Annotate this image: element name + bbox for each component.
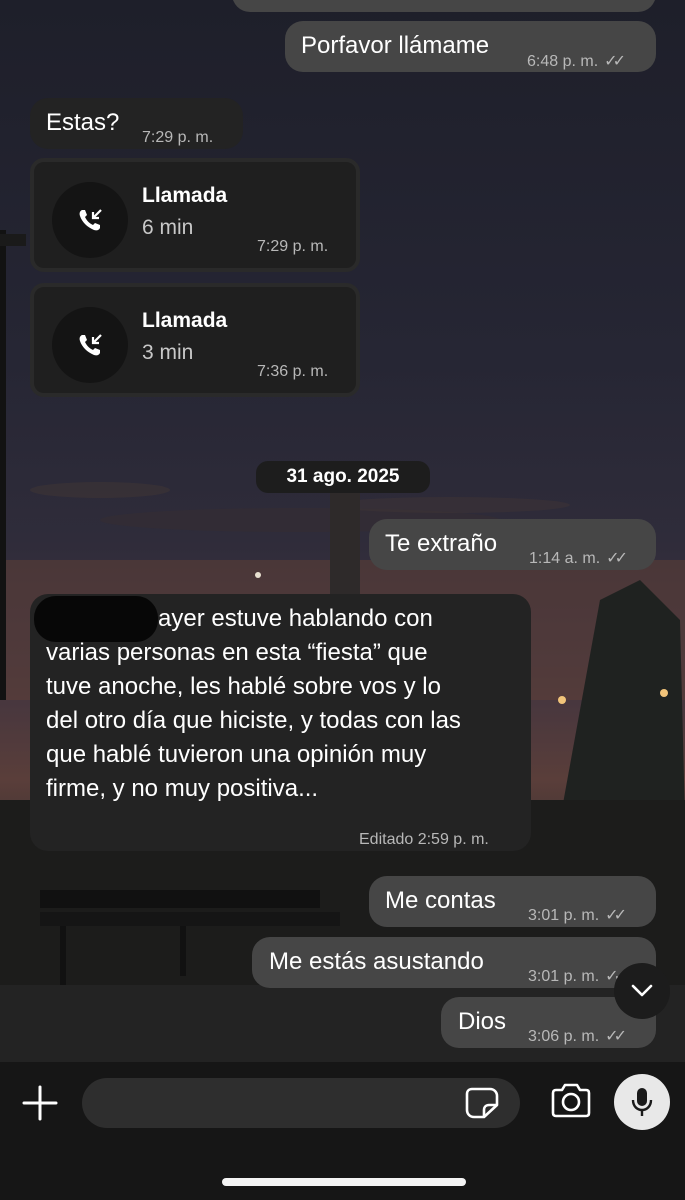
message-bubble-outgoing[interactable]: Te extraño 1:14 a. m. ✓✓ [369, 519, 656, 570]
message-timestamp: 3:06 p. m. [528, 1028, 600, 1045]
message-line: firme, y no muy positiva... [46, 775, 319, 802]
message-bubble-incoming[interactable]: Estas? 7:29 p. m. [30, 98, 243, 149]
message-time: 3:01 p. m. ✓✓ [528, 899, 627, 933]
message-text: Dios [458, 1008, 507, 1035]
message-timestamp: 6:48 p. m. [527, 53, 599, 70]
message-bubble-outgoing[interactable]: Me estás asustando 3:01 p. m. ✓✓ [252, 937, 656, 988]
message-time: 3:01 p. m. ✓✓ [528, 960, 627, 994]
read-receipt-icon: ✓✓ [604, 53, 626, 70]
message-time: 6:48 p. m. ✓✓ [527, 45, 626, 79]
message-text: Estas? [46, 109, 120, 136]
redacted-name [34, 596, 158, 642]
incoming-call-icon [52, 307, 128, 383]
message-timestamp: 3:01 p. m. [528, 907, 600, 924]
call-timestamp: 7:36 p. m. [257, 363, 329, 380]
message-time: 1:14 a. m. ✓✓ [529, 542, 628, 576]
call-duration: 6 min [142, 216, 194, 239]
voice-message-button[interactable] [614, 1074, 670, 1130]
date-separator: 31 ago. 2025 [256, 461, 430, 493]
call-title: Llamada [142, 184, 228, 207]
add-attachment-button[interactable] [20, 1083, 60, 1123]
sticker-icon [465, 1087, 499, 1119]
camera-icon [551, 1083, 591, 1118]
message-text: Porfavor llámame [301, 32, 490, 59]
message-text: Te extraño [385, 530, 498, 557]
read-receipt-icon: ✓✓ [606, 550, 628, 567]
camera-button[interactable] [549, 1083, 593, 1119]
message-timestamp: 1:14 a. m. [529, 550, 601, 567]
message-text: Me contas [385, 887, 496, 914]
call-duration: 3 min [142, 341, 194, 364]
call-log-bubble[interactable]: Llamada 3 min 7:36 p. m. [30, 283, 360, 397]
message-bubble-outgoing[interactable]: Me contas 3:01 p. m. ✓✓ [369, 876, 656, 927]
message-line: del otro día que hiciste, y todas con la… [46, 707, 461, 734]
scroll-to-bottom-button[interactable] [614, 963, 670, 1019]
partial-message-bubble [232, 0, 656, 12]
read-receipt-icon: ✓✓ [605, 1028, 627, 1045]
message-input[interactable] [82, 1078, 520, 1128]
sticker-button[interactable] [464, 1086, 500, 1120]
message-bubble-outgoing[interactable]: Porfavor llámame 6:48 p. m. ✓✓ [285, 21, 656, 72]
call-log-bubble[interactable]: Llamada 6 min 7:29 p. m. [30, 158, 360, 272]
plus-icon [22, 1085, 58, 1121]
message-text: Me estás asustando [269, 948, 484, 975]
microphone-icon [631, 1088, 653, 1116]
message-line: tuve anoche, les hablé sobre vos y lo [46, 673, 441, 700]
message-timestamp: 3:01 p. m. [528, 968, 600, 985]
call-timestamp: 7:29 p. m. [257, 238, 329, 255]
message-timestamp: 7:29 p. m. [142, 129, 214, 146]
incoming-call-icon [52, 182, 128, 258]
message-time: 3:06 p. m. ✓✓ [528, 1020, 627, 1054]
home-indicator [222, 1178, 466, 1186]
edited-timestamp: Editado 2:59 p. m. [359, 831, 489, 848]
call-title: Llamada [142, 309, 228, 332]
read-receipt-icon: ✓✓ [605, 907, 627, 924]
message-line: que hablé tuvieron una opinión muy [46, 741, 427, 768]
chevron-down-icon [631, 984, 653, 997]
